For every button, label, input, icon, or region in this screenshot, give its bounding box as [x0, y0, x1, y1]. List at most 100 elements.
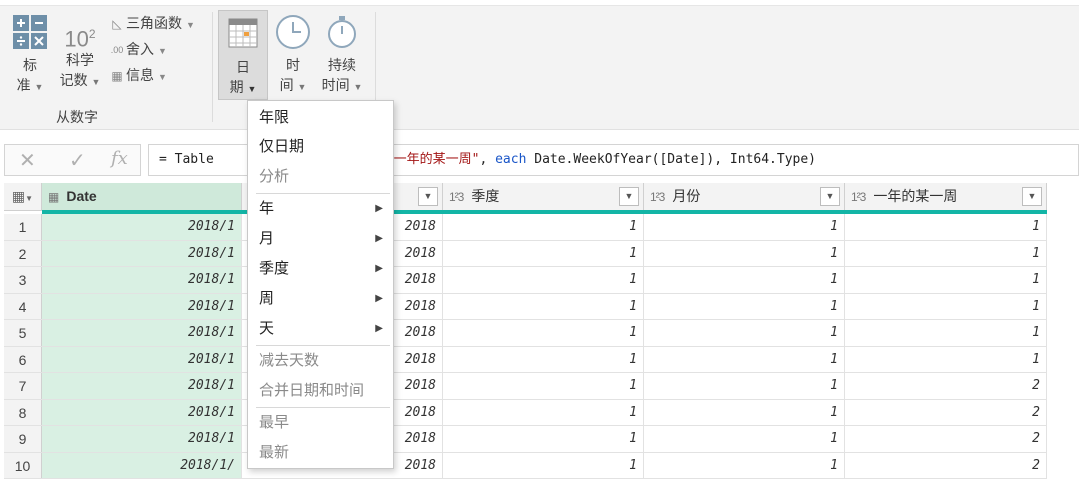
menu-separator	[256, 345, 390, 346]
row-number[interactable]: 5	[4, 320, 42, 346]
menu-separator	[256, 193, 390, 194]
trig-button[interactable]: ◺ 三角函数 ▼	[108, 13, 195, 33]
menu-item-label: 月	[259, 230, 275, 247]
cell-quarter[interactable]: 1	[443, 240, 644, 266]
cell-date[interactable]: 2018/1	[42, 240, 242, 266]
cell-date[interactable]: 2018/1/	[42, 452, 242, 478]
cell-date[interactable]: 2018/1	[42, 214, 242, 240]
column-header-date[interactable]: ▦ Date	[42, 183, 242, 210]
cell-month[interactable]: 1	[644, 452, 845, 478]
menu-item-label: 最早	[259, 414, 290, 431]
cell-quarter[interactable]: 1	[443, 320, 644, 346]
date-label-2: 期 ▼	[229, 79, 257, 95]
cell-quarter[interactable]: 1	[443, 346, 644, 372]
row-number[interactable]: 3	[4, 267, 42, 293]
cell-date[interactable]: 2018/1	[42, 399, 242, 425]
filter-dropdown-icon[interactable]: ▼	[1022, 187, 1042, 206]
date-dropdown-menu: 年限 仅日期分析年 ▶ 月 ▶ 季度 ▶ 周 ▶ 天 ▶ 减去天数 合并日期和时间最早最新	[247, 100, 394, 469]
scientific-button[interactable]: 102 科学 记数 ▼	[58, 14, 102, 92]
menu-item[interactable]: 周 ▶	[248, 284, 393, 314]
filter-dropdown-icon[interactable]: ▼	[418, 187, 438, 206]
integer-type-icon: 1²3	[650, 190, 665, 204]
column-header-month[interactable]: 1²3 月份 ▼	[644, 183, 845, 210]
menu-item[interactable]: 最新	[248, 438, 393, 468]
cell-week[interactable]: 1	[845, 240, 1047, 266]
cell-quarter[interactable]: 1	[443, 426, 644, 452]
cell-date[interactable]: 2018/1	[42, 346, 242, 372]
menu-item[interactable]: 月 ▶	[248, 224, 393, 254]
row-number[interactable]: 4	[4, 293, 42, 319]
chevron-down-icon: ▼	[297, 82, 307, 92]
integer-type-icon: 1²3	[851, 190, 866, 204]
menu-item-label: 最新	[259, 444, 290, 461]
info-button[interactable]: ▦ 信息 ▼	[108, 65, 167, 85]
duration-label-2: 时间 ▼	[321, 77, 363, 93]
cell-week[interactable]: 1	[845, 214, 1047, 240]
clock-icon	[276, 15, 310, 49]
date-button[interactable]: 日 期 ▼	[218, 10, 268, 100]
column-header-quarter[interactable]: 1²3 季度 ▼	[443, 183, 644, 210]
filter-dropdown-icon[interactable]: ▼	[820, 187, 840, 206]
round-button[interactable]: .00 舍入 ▼	[108, 39, 167, 59]
menu-item-label: 分析	[259, 168, 290, 185]
menu-item[interactable]: 最早	[248, 408, 393, 438]
row-number[interactable]: 7	[4, 373, 42, 399]
fx-icon[interactable]: fx	[111, 148, 128, 169]
cell-month[interactable]: 1	[644, 240, 845, 266]
menu-item[interactable]: 季度 ▶	[248, 254, 393, 284]
cell-week[interactable]: 2	[845, 399, 1047, 425]
menu-item[interactable]: 年 ▶	[248, 194, 393, 224]
cell-quarter[interactable]: 1	[443, 452, 644, 478]
time-label-1: 时	[286, 57, 300, 73]
cell-week[interactable]: 2	[845, 426, 1047, 452]
row-number[interactable]: 8	[4, 399, 42, 425]
cell-date[interactable]: 2018/1	[42, 293, 242, 319]
row-number[interactable]: 6	[4, 346, 42, 372]
chevron-down-icon: ▼	[158, 46, 167, 56]
table-menu-corner[interactable]: ▦▼	[4, 183, 42, 210]
menu-item[interactable]: 合并日期和时间	[248, 376, 393, 406]
cell-month[interactable]: 1	[644, 267, 845, 293]
cell-week[interactable]: 1	[845, 320, 1047, 346]
cell-week[interactable]: 2	[845, 373, 1047, 399]
cell-week[interactable]: 2	[845, 452, 1047, 478]
cell-month[interactable]: 1	[644, 346, 845, 372]
duration-button[interactable]: 持续 时间 ▼	[318, 14, 366, 97]
filter-dropdown-icon[interactable]: ▼	[619, 187, 639, 206]
cell-month[interactable]: 1	[644, 399, 845, 425]
cell-week[interactable]: 1	[845, 293, 1047, 319]
check-icon[interactable]: ✓	[69, 148, 86, 173]
cell-quarter[interactable]: 1	[443, 214, 644, 240]
row-number[interactable]: 1	[4, 214, 42, 240]
cell-month[interactable]: 1	[644, 320, 845, 346]
cell-month[interactable]: 1	[644, 214, 845, 240]
ribbon-top-strip	[0, 0, 1079, 6]
row-number[interactable]: 10	[4, 452, 42, 478]
cell-date[interactable]: 2018/1	[42, 320, 242, 346]
menu-item[interactable]: 天 ▶	[248, 314, 393, 344]
cell-quarter[interactable]: 1	[443, 399, 644, 425]
standard-button[interactable]: 标 准 ▼	[10, 14, 50, 97]
cell-week[interactable]: 1	[845, 267, 1047, 293]
menu-item-label: 季度	[259, 260, 290, 277]
menu-separator	[256, 407, 390, 408]
row-number[interactable]: 9	[4, 426, 42, 452]
cell-date[interactable]: 2018/1	[42, 373, 242, 399]
cell-quarter[interactable]: 1	[443, 293, 644, 319]
cell-quarter[interactable]: 1	[443, 267, 644, 293]
cell-week[interactable]: 1	[845, 346, 1047, 372]
time-button[interactable]: 时 间 ▼	[272, 14, 314, 97]
menu-item[interactable]: 年限	[248, 103, 393, 133]
menu-item[interactable]: 仅日期	[248, 132, 393, 162]
cancel-icon[interactable]: ✕	[19, 148, 36, 173]
cell-quarter[interactable]: 1	[443, 373, 644, 399]
row-number[interactable]: 2	[4, 240, 42, 266]
cell-month[interactable]: 1	[644, 293, 845, 319]
menu-item[interactable]: 减去天数	[248, 346, 393, 376]
cell-date[interactable]: 2018/1	[42, 267, 242, 293]
column-header-week-of-year[interactable]: 1²3 一年的某一周 ▼	[845, 183, 1047, 210]
cell-date[interactable]: 2018/1	[42, 426, 242, 452]
cell-month[interactable]: 1	[644, 373, 845, 399]
menu-item[interactable]: 分析	[248, 162, 393, 192]
cell-month[interactable]: 1	[644, 426, 845, 452]
